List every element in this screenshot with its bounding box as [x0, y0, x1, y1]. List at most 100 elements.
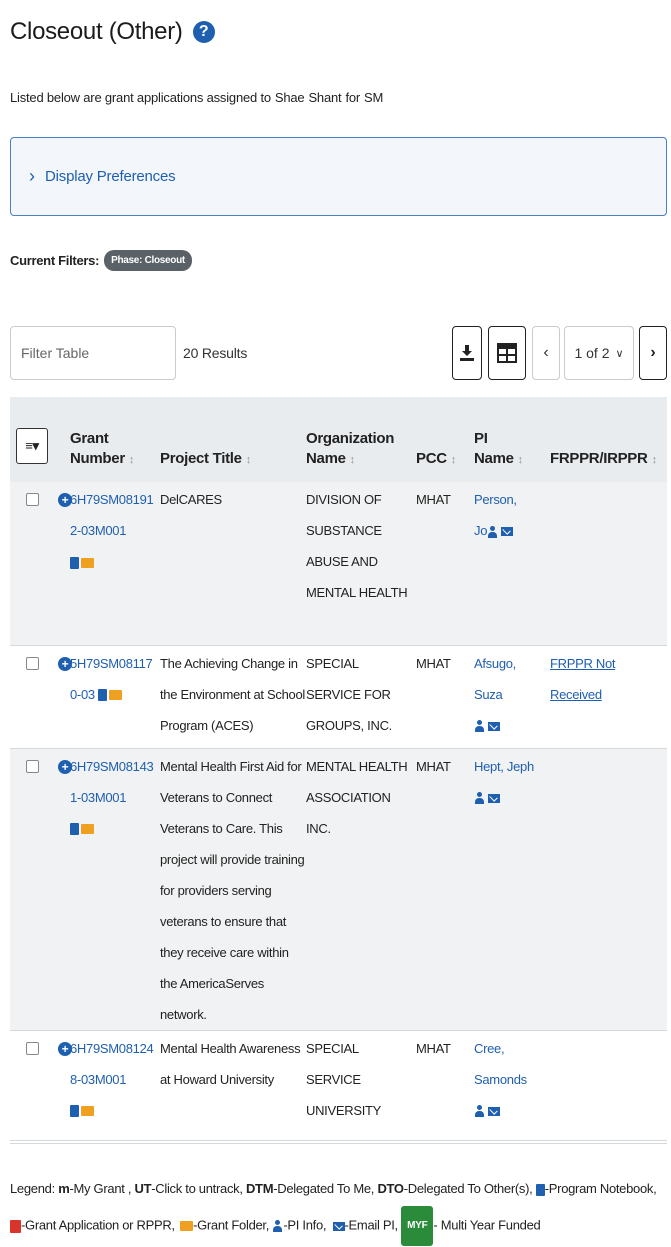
display-preferences-label: Display Preferences — [45, 168, 176, 185]
legend-pdf-text: -Grant Application or RPPR, — [21, 1217, 175, 1233]
download-button[interactable] — [452, 326, 482, 380]
chevron-right-icon: › — [29, 166, 35, 186]
header-project-title[interactable]: Project Title ↕ — [160, 397, 306, 482]
pcc-cell: MHAT — [416, 655, 451, 671]
frppr-cell: FRPPR Not Received — [550, 645, 667, 748]
email-pi-icon[interactable] — [488, 721, 500, 731]
pi-name-link[interactable]: Afsugo, Suza — [474, 648, 550, 710]
row-expand-cell: + — [50, 645, 72, 748]
program-notebook-icon[interactable] — [70, 556, 79, 569]
subtitle-for: for — [345, 90, 361, 105]
project-title-cell: DelCARES — [160, 492, 222, 507]
grant-number-link[interactable]: 5H79SM08117 0-03 — [70, 648, 160, 710]
page-select-value: 1 of 2 — [574, 345, 610, 361]
results-count: 20 Results — [183, 345, 248, 361]
pi-info-icon[interactable] — [474, 1105, 485, 1118]
sort-icon: ↕ — [450, 454, 457, 466]
table-row: + 6H79SM08143 1-03M001 Mental Health Firs… — [10, 748, 667, 1030]
legend-folder-text: -Grant Folder, — [193, 1217, 270, 1233]
project-title-cell: Mental Health Awareness at Howard Univer… — [160, 1040, 301, 1087]
grant-number-cell: 5H79SM08117 0-03 — [70, 645, 160, 748]
grant-folder-icon[interactable] — [81, 557, 94, 568]
pi-info-icon[interactable] — [474, 792, 485, 805]
grant-number-link[interactable]: 6H79SM08143 1-03M001 — [70, 751, 160, 813]
header-grant-line2: Number — [70, 450, 125, 467]
page-subtitle: Listed below are grant applications assi… — [10, 90, 387, 105]
row-expand-cell: + — [50, 1030, 72, 1140]
column-layout-button[interactable] — [488, 326, 526, 380]
row-checkbox[interactable] — [26, 1041, 39, 1055]
pcc-cell: MHAT — [416, 758, 451, 774]
grant-number-cell: 6H79SM08191 2-03M001 — [70, 482, 160, 645]
grant-number-cell: 6H79SM08143 1-03M001 — [70, 748, 160, 1030]
page-select[interactable]: 1 of 2 ∨ — [564, 326, 634, 380]
program-notebook-icon[interactable] — [70, 1105, 79, 1118]
header-grant-number[interactable]: Grant Number ↕ — [70, 397, 160, 482]
pi-name-link[interactable]: Cree, Samonds — [474, 1033, 550, 1095]
chevron-left-icon: ‹ — [543, 344, 549, 361]
filter-table-input[interactable] — [10, 326, 176, 380]
legend-dtm-text: -Delegated To Me, — [273, 1181, 375, 1196]
row-checkbox[interactable] — [26, 493, 39, 506]
grant-folder-icon[interactable] — [81, 824, 94, 835]
question-circle-icon[interactable]: ? — [192, 21, 215, 43]
header-project-label: Project Title — [160, 450, 242, 467]
header-frppr[interactable]: FRPPR/IRPPR ↕ — [550, 397, 667, 482]
pi-name-link[interactable]: Person, Jo — [474, 484, 550, 546]
myf-badge: MYF — [401, 1206, 434, 1246]
row-checkbox[interactable] — [26, 759, 39, 773]
header-actions: ≡▾ — [10, 397, 70, 482]
header-org-line1: Organization — [306, 430, 395, 447]
frppr-cell — [550, 482, 667, 645]
program-notebook-icon — [535, 1183, 545, 1196]
subtitle-role: SM — [364, 90, 384, 105]
pi-name-cell: Hept, Jeph — [474, 748, 550, 1030]
pi-name-cell: Cree, Samonds — [474, 1030, 550, 1140]
legend-ut-text: -Click to untrack, — [151, 1181, 243, 1196]
grant-folder-icon[interactable] — [81, 1106, 94, 1117]
program-notebook-icon[interactable] — [70, 823, 79, 836]
organization-name-cell: SPECIAL SERVICE UNIVERSITY — [306, 1040, 382, 1118]
grant-number-link[interactable]: 6H79SM08191 2-03M001 — [70, 484, 160, 546]
row-select-cell — [10, 748, 50, 1030]
frppr-status-link[interactable]: FRPPR Not Received — [550, 656, 616, 702]
frppr-cell — [550, 1030, 667, 1140]
row-checkbox[interactable] — [26, 656, 39, 670]
email-pi-icon[interactable] — [501, 527, 514, 537]
next-page-button[interactable]: › — [639, 326, 667, 380]
header-pi-line2: Name — [474, 450, 514, 467]
organization-name-cell: DIVISION OF SUBSTANCE ABUSE AND MENTAL H… — [306, 492, 408, 600]
pi-name-cell: Person, Jo — [474, 482, 550, 645]
subtitle-first-name: Shae — [274, 90, 305, 105]
current-filters: Current Filters: Phase: Closeout — [10, 250, 192, 271]
program-notebook-icon[interactable] — [98, 689, 108, 702]
display-preferences-toggle[interactable]: › Display Preferences — [10, 137, 667, 216]
row-actions-menu-button[interactable]: ≡▾ — [16, 428, 48, 464]
sort-icon: ↕ — [128, 454, 135, 466]
header-pcc[interactable]: PCC ↕ — [416, 397, 474, 482]
pi-info-icon — [272, 1220, 283, 1232]
project-title-cell: The Achieving Change in the Environment … — [160, 655, 305, 733]
previous-page-button[interactable]: ‹ — [532, 326, 560, 380]
pi-name-cell: Afsugo, Suza — [474, 645, 550, 748]
subtitle-last-name: Shant — [308, 90, 342, 105]
email-pi-icon[interactable] — [488, 1106, 500, 1116]
pcc-cell: MHAT — [416, 492, 451, 507]
header-organization-name[interactable]: Organization Name ↕ — [306, 397, 416, 482]
download-icon — [460, 345, 474, 361]
header-pi-name[interactable]: PI Name ↕ — [474, 397, 550, 482]
header-frppr-label: FRPPR/IRPPR — [550, 450, 648, 467]
page-title: Closeout (Other) ? — [10, 18, 215, 46]
legend-m-key: m — [58, 1181, 70, 1196]
grant-number-link[interactable]: 6H79SM08124 8-03M001 — [70, 1033, 160, 1095]
email-pi-icon[interactable] — [488, 793, 500, 803]
pi-name-link[interactable]: Hept, Jeph — [474, 751, 550, 782]
pi-info-icon[interactable] — [474, 720, 485, 733]
pcc-cell: MHAT — [416, 1040, 451, 1056]
filter-chip-phase[interactable]: Phase: Closeout — [104, 250, 192, 271]
table-header-row: ≡▾ Grant Number ↕ Project Title ↕ Organiza… — [10, 397, 667, 482]
legend: Legend: m-My Grant , UT-Click to untrack… — [10, 1172, 660, 1246]
grant-folder-icon[interactable] — [109, 690, 123, 701]
legend-m-text: -My Grant , — [69, 1181, 132, 1196]
pi-info-icon[interactable] — [487, 525, 498, 538]
